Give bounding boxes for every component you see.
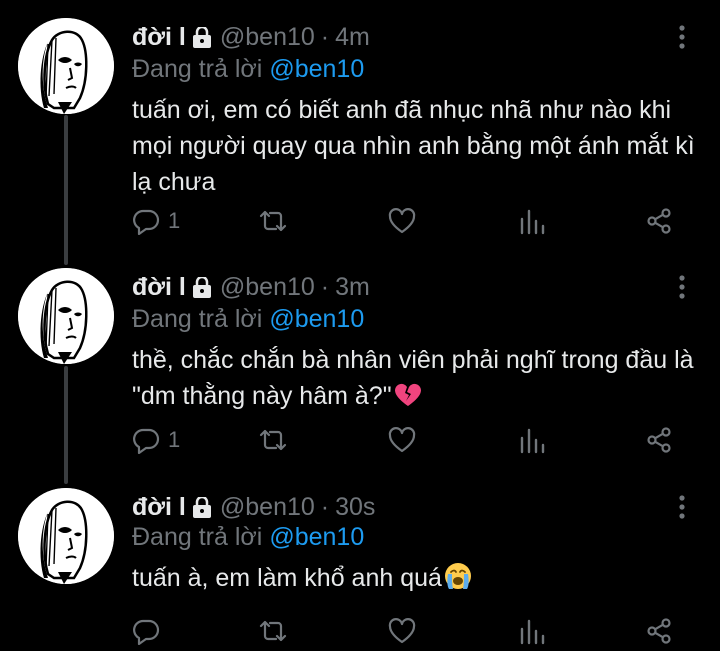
tweet-body: tuấn à, em làm khổ anh quá bbox=[132, 560, 702, 600]
reply-button[interactable]: 1 bbox=[132, 201, 180, 241]
separator-dot: · bbox=[320, 493, 330, 521]
separator-dot: · bbox=[320, 273, 330, 301]
like-button[interactable] bbox=[388, 420, 424, 460]
tweet[interactable]: đời l @ben10 · 3m Đang trả lời @ben10 thề… bbox=[0, 250, 720, 475]
mention-link[interactable]: @ben10 bbox=[269, 523, 364, 551]
avatar[interactable] bbox=[18, 18, 114, 114]
reply-button[interactable] bbox=[132, 611, 168, 651]
views-button[interactable] bbox=[518, 420, 546, 460]
tweet-text: tuấn ơi, em có biết anh đã nhục nhã như … bbox=[132, 96, 695, 196]
share-button[interactable] bbox=[645, 611, 673, 651]
tweet-header: đời l @ben10 · 4m bbox=[132, 22, 370, 52]
lock-icon bbox=[192, 25, 212, 48]
reply-count: 1 bbox=[168, 208, 181, 233]
replying-label: Đang trả lời bbox=[132, 55, 263, 83]
mention-link[interactable]: @ben10 bbox=[269, 305, 364, 333]
tweet[interactable]: đời l @ben10 · 4m Đang trả lời @ben10 tuấ… bbox=[0, 0, 720, 250]
reply-button[interactable]: 1 bbox=[132, 420, 180, 460]
reply-icon bbox=[132, 207, 160, 235]
timestamp[interactable]: 3m bbox=[335, 272, 370, 302]
like-button[interactable] bbox=[388, 611, 424, 651]
more-options-icon[interactable] bbox=[670, 492, 694, 522]
heart-icon bbox=[388, 617, 416, 645]
more-options-icon[interactable] bbox=[670, 272, 694, 302]
views-button[interactable] bbox=[518, 611, 546, 651]
reply-count: 1 bbox=[168, 427, 181, 452]
avatar-image bbox=[18, 18, 114, 114]
heart-icon bbox=[388, 207, 416, 235]
replying-label: Đang trả lời bbox=[132, 523, 263, 551]
views-icon bbox=[518, 426, 546, 454]
action-bar: 1 bbox=[132, 201, 692, 241]
action-bar bbox=[132, 611, 692, 651]
separator-dot: · bbox=[320, 23, 330, 51]
tweet-header: đời l @ben10 · 3m bbox=[132, 272, 370, 302]
more-options-icon[interactable] bbox=[670, 22, 694, 52]
avatar[interactable] bbox=[18, 268, 114, 364]
user-handle[interactable]: @ben10 bbox=[220, 272, 315, 302]
user-handle[interactable]: @ben10 bbox=[220, 492, 315, 522]
heart-icon bbox=[388, 426, 416, 454]
avatar[interactable] bbox=[18, 488, 114, 584]
reply-icon bbox=[132, 426, 160, 454]
views-icon bbox=[518, 207, 546, 235]
lock-icon bbox=[192, 495, 212, 518]
share-icon bbox=[645, 207, 673, 235]
like-button[interactable] bbox=[388, 201, 424, 241]
mention-link[interactable]: @ben10 bbox=[269, 55, 364, 83]
reply-icon bbox=[132, 617, 160, 645]
tweet-body: thề, chắc chắn bà nhân viên phải nghĩ tr… bbox=[132, 342, 702, 418]
timestamp[interactable]: 30s bbox=[335, 492, 375, 522]
tweet-header: đời l @ben10 · 30s bbox=[132, 492, 375, 522]
timestamp[interactable]: 4m bbox=[335, 22, 370, 52]
lock-icon bbox=[192, 275, 212, 298]
replying-to: Đang trả lời @ben10 bbox=[132, 522, 364, 552]
share-icon bbox=[645, 426, 673, 454]
retweet-icon bbox=[259, 426, 287, 454]
broken-heart-icon bbox=[394, 382, 422, 418]
avatar-image bbox=[18, 268, 114, 364]
views-icon bbox=[518, 617, 546, 645]
share-icon bbox=[645, 617, 673, 645]
display-name[interactable]: đời l bbox=[132, 272, 186, 302]
loudly-crying-face-icon bbox=[444, 562, 472, 600]
tweet-text: tuấn à, em làm khổ anh quá bbox=[132, 564, 442, 592]
share-button[interactable] bbox=[645, 420, 673, 460]
views-button[interactable] bbox=[518, 201, 546, 241]
retweet-icon bbox=[259, 207, 287, 235]
tweet[interactable]: đời l @ben10 · 30s Đang trả lời @ben10 tu… bbox=[0, 470, 720, 651]
replying-label: Đang trả lời bbox=[132, 305, 263, 333]
avatar-image bbox=[18, 488, 114, 584]
replying-to: Đang trả lời @ben10 bbox=[132, 54, 364, 84]
display-name[interactable]: đời l bbox=[132, 492, 186, 522]
replying-to: Đang trả lời @ben10 bbox=[132, 304, 364, 334]
retweet-icon bbox=[259, 617, 287, 645]
retweet-button[interactable] bbox=[259, 201, 295, 241]
action-bar: 1 bbox=[132, 420, 692, 460]
user-handle[interactable]: @ben10 bbox=[220, 22, 315, 52]
retweet-button[interactable] bbox=[259, 420, 295, 460]
retweet-button[interactable] bbox=[259, 611, 295, 651]
share-button[interactable] bbox=[645, 201, 673, 241]
display-name[interactable]: đời l bbox=[132, 22, 186, 52]
